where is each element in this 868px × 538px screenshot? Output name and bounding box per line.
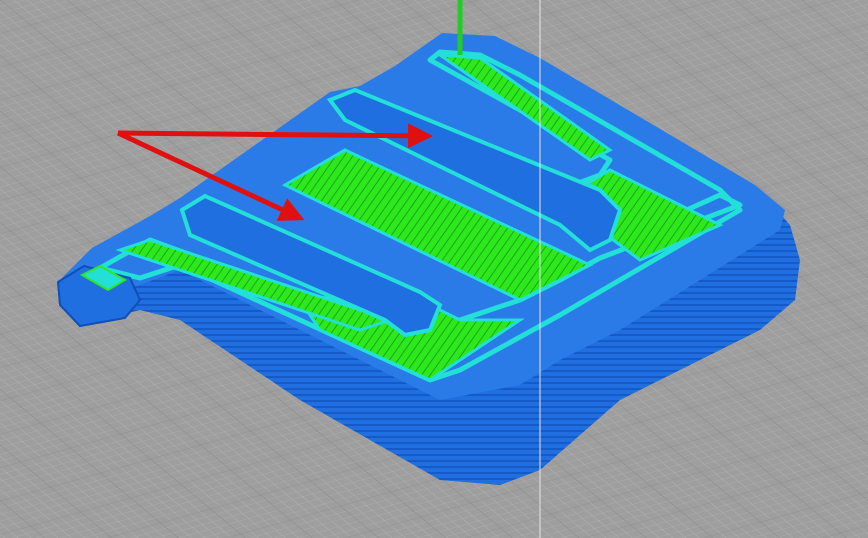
slicer-3d-viewport[interactable] [0, 0, 868, 538]
red-arrow-icon [117, 123, 433, 149]
scene-canvas[interactable] [0, 0, 868, 538]
